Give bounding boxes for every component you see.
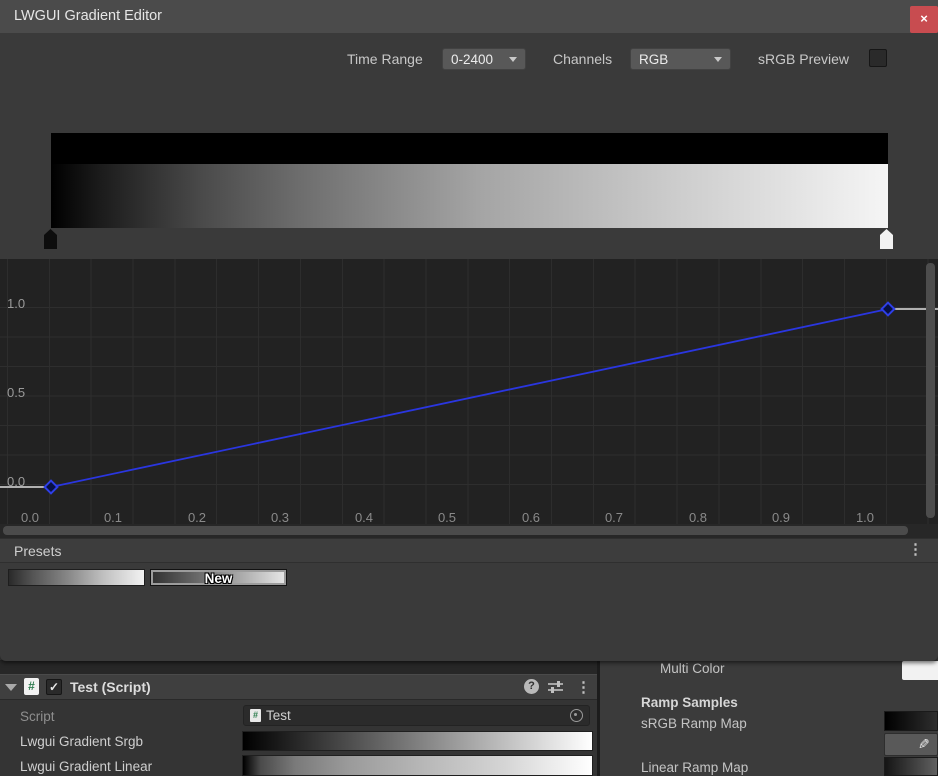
channels-value: RGB [639, 52, 668, 67]
horizontal-scrollbar-thumb[interactable] [3, 526, 908, 535]
channels-dropdown[interactable]: RGB [630, 48, 731, 70]
srgb-preview-label: sRGB Preview [758, 51, 849, 67]
screen: # ✓ Test (Script) ? ⋮ Script # [0, 0, 938, 776]
multi-color-swatch[interactable] [902, 661, 938, 680]
preset-name: New [205, 571, 233, 586]
ramp-samples-header: Ramp Samples [641, 695, 738, 710]
x-tick-03: 0.3 [263, 510, 297, 525]
x-tick-07: 0.7 [597, 510, 631, 525]
x-tick-05: 0.5 [430, 510, 464, 525]
presets-menu-icon[interactable]: ⋮ [908, 542, 923, 557]
inspector-panel: # ✓ Test (Script) ? ⋮ Script # [0, 660, 597, 776]
preset-swatch-gradient[interactable] [8, 569, 145, 586]
x-tick-06: 0.6 [514, 510, 548, 525]
time-range-dropdown[interactable]: 0-2400 [442, 48, 526, 70]
x-tick-09: 0.9 [764, 510, 798, 525]
gradient-linear-label: Lwgui Gradient Linear [20, 759, 152, 774]
linear-ramp-thumbnail[interactable] [884, 757, 938, 776]
preset-swatch-new[interactable]: New [150, 569, 287, 586]
time-range-label: Time Range [347, 51, 423, 67]
curve-canvas[interactable] [0, 259, 938, 538]
x-tick-00: 0.0 [13, 510, 47, 525]
curve-line [51, 309, 888, 487]
presets-icon[interactable] [547, 679, 564, 695]
component-header[interactable]: # ✓ Test (Script) ? ⋮ [0, 674, 597, 700]
time-range-value: 0-2400 [451, 52, 493, 67]
gradient-preview-bar[interactable] [51, 164, 888, 228]
pencil-icon: ✎ [918, 736, 930, 753]
inspector-top-strip [0, 660, 597, 674]
help-icon[interactable]: ? [524, 679, 539, 694]
srgb-ramp-thumbnail[interactable] [884, 711, 938, 731]
object-picker-icon[interactable] [570, 709, 583, 722]
curve-key-start [45, 481, 58, 494]
window-title: LWGUI Gradient Editor [14, 8, 162, 24]
curve-editor[interactable]: 1.0 0.5 0.0 0.0 0.1 0.2 0.3 0.4 0.5 0.6 … [0, 259, 938, 538]
script-object-field[interactable]: # Test [243, 705, 590, 726]
background-panels: # ✓ Test (Script) ? ⋮ Script # [0, 655, 938, 776]
material-panel: Multi Color Ramp Samples sRGB Ramp Map ✎… [600, 655, 938, 776]
foldout-arrow-icon[interactable] [5, 684, 17, 691]
gradient-preview-top-strip[interactable] [51, 133, 888, 164]
linear-ramp-label: Linear Ramp Map [641, 760, 748, 775]
window-titlebar[interactable]: LWGUI Gradient Editor × [0, 0, 938, 33]
close-icon: × [920, 11, 928, 26]
checkmark-icon: ✓ [47, 680, 61, 694]
gradient-linear-field[interactable] [242, 755, 593, 776]
component-menu-icon[interactable]: ⋮ [576, 680, 591, 695]
chevron-down-icon [714, 57, 722, 62]
gradient-srgb-field[interactable] [242, 731, 593, 751]
presets-title: Presets [14, 543, 61, 559]
script-object-value: Test [266, 708, 565, 723]
srgb-ramp-label: sRGB Ramp Map [641, 716, 747, 731]
close-button[interactable]: × [910, 6, 938, 33]
vertical-scrollbar-thumb[interactable] [926, 263, 935, 518]
script-row-label: Script [20, 709, 55, 724]
x-tick-02: 0.2 [180, 510, 214, 525]
multi-color-label: Multi Color [660, 661, 725, 676]
x-tick-10: 1.0 [848, 510, 882, 525]
component-enabled-checkbox[interactable]: ✓ [46, 679, 62, 695]
curve-key-end [882, 303, 895, 316]
gradient-editor-window: LWGUI Gradient Editor × Time Range 0-240… [0, 0, 938, 661]
horizontal-scrollbar-track[interactable] [0, 524, 938, 538]
presets-header-bar: Presets ⋮ [0, 538, 938, 563]
gradient-stop-black[interactable] [44, 229, 57, 249]
channels-label: Channels [553, 51, 612, 67]
gradient-stop-white[interactable] [880, 229, 893, 249]
gradient-srgb-label: Lwgui Gradient Srgb [20, 734, 143, 749]
srgb-preview-checkbox[interactable] [869, 49, 887, 67]
csharp-script-icon: # [24, 678, 39, 695]
chevron-down-icon [509, 57, 517, 62]
component-title: Test (Script) [70, 675, 151, 699]
edit-ramp-button[interactable]: ✎ [884, 733, 938, 756]
x-tick-08: 0.8 [681, 510, 715, 525]
x-tick-01: 0.1 [96, 510, 130, 525]
x-tick-04: 0.4 [347, 510, 381, 525]
csharp-script-icon: # [250, 709, 261, 722]
